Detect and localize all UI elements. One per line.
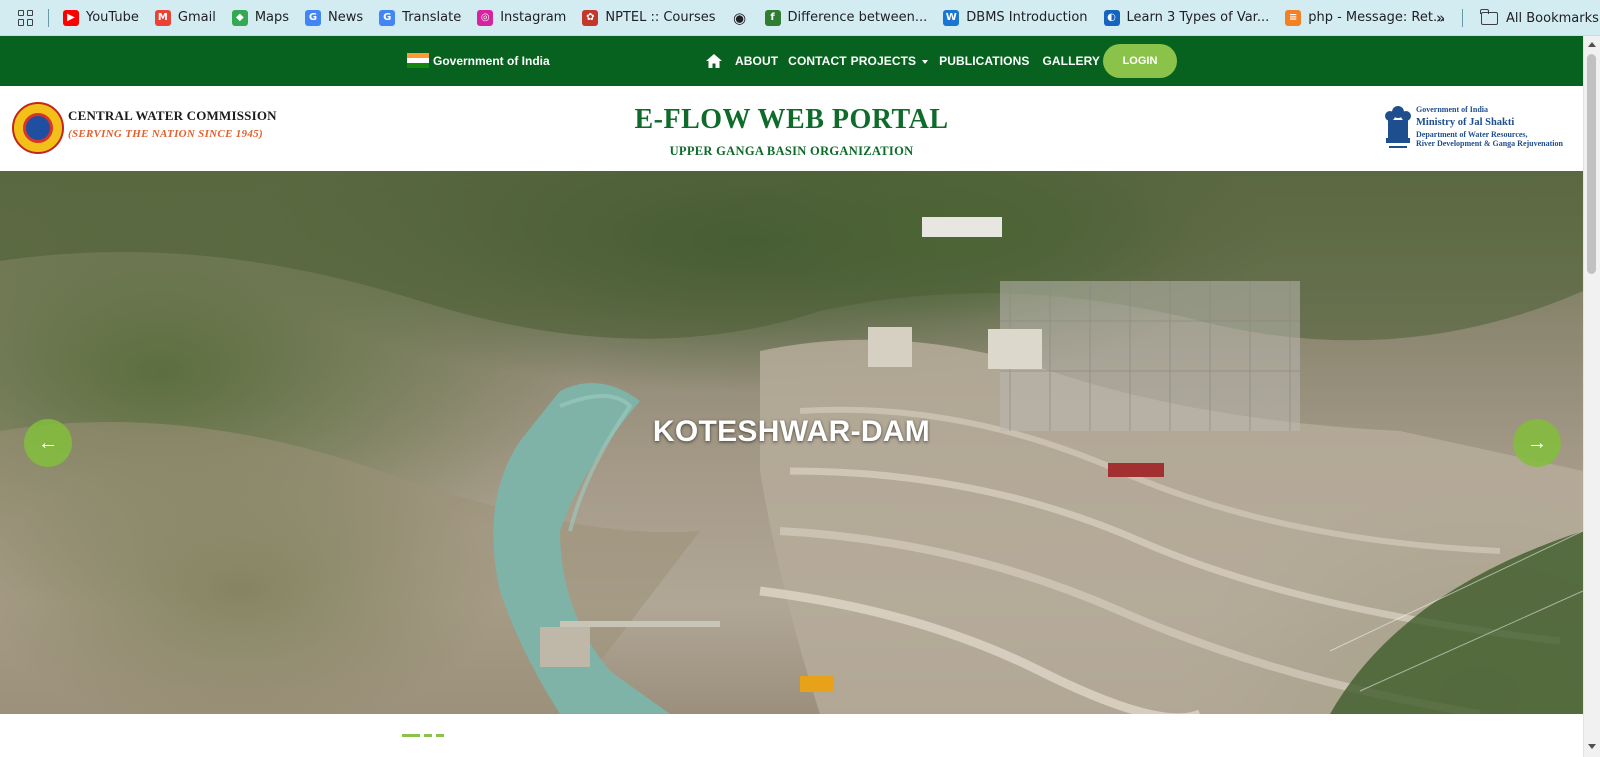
content-section xyxy=(0,714,1583,757)
bookmark-label: NPTEL :: Courses xyxy=(605,10,716,25)
bookmarks-bar: ▶ YouTube M Gmail ◆ Maps G News G Translate ◎ Insta… xyxy=(0,0,1600,36)
nav-contact[interactable]: CONTACT xyxy=(788,54,846,68)
bookmark-label: Learn 3 Types of Var... xyxy=(1126,10,1270,25)
slide-caption: KOTESHWAR-DAM xyxy=(652,415,931,448)
bookmark-label: YouTube xyxy=(86,10,139,25)
arrow-right-icon: → xyxy=(1527,431,1547,454)
site-header: CENTRAL WATER COMMISSION (SERVING THE NA… xyxy=(0,86,1583,171)
nav-publications[interactable]: PUBLICATIONS xyxy=(939,54,1029,68)
apps-grid-icon[interactable] xyxy=(18,9,34,26)
bookmark-label: DBMS Introduction xyxy=(966,10,1088,25)
bookmark-label: Difference between... xyxy=(787,10,928,25)
bookmark-label: Translate xyxy=(402,10,462,25)
portal-title: E-FLOW WEB PORTAL xyxy=(634,104,949,135)
bookmarks-divider xyxy=(48,8,49,27)
login-button[interactable]: LOGIN xyxy=(1103,44,1177,78)
portal-subtitle: UPPER GANGA BASIN ORGANIZATION xyxy=(669,144,914,158)
section-divider-accent-3 xyxy=(436,734,444,737)
ministry-line-3: Department of Water Resources, xyxy=(1416,130,1528,140)
page-scrollbar[interactable] xyxy=(1583,36,1600,757)
section-divider-accent xyxy=(402,734,420,737)
instagram-icon: ◎ xyxy=(477,9,494,26)
ministry-line-2: Ministry of Jal Shakti xyxy=(1416,117,1515,129)
arrow-left-icon: ← xyxy=(38,431,58,454)
scroll-down-icon[interactable] xyxy=(1588,744,1596,749)
nptel-icon: ✿ xyxy=(582,9,599,26)
bookmark-item[interactable]: ✿ NPTEL :: Courses xyxy=(582,9,716,26)
news-icon: G xyxy=(305,9,322,26)
ministry-line-4: River Development & Ganga Rejuvenation xyxy=(1416,139,1563,149)
bookmark-item[interactable]: G News xyxy=(305,9,364,26)
nav-projects-label: PROJECTS xyxy=(850,54,917,68)
home-icon[interactable] xyxy=(705,53,723,69)
nav-links: ABOUT CONTACT PROJECTS PUBLICATIONS GALL… xyxy=(705,36,1110,86)
difference-site-icon: f xyxy=(764,9,781,26)
bookmark-item[interactable]: ◆ Maps xyxy=(231,9,290,26)
stackoverflow-icon: ≡ xyxy=(1285,9,1302,26)
government-of-india-link[interactable]: Government of India xyxy=(407,53,550,68)
caret-down-icon xyxy=(922,59,929,64)
bookmark-item[interactable]: ◐ Learn 3 Types of Var... xyxy=(1103,9,1270,26)
more-bookmarks-button[interactable]: » xyxy=(1436,0,1445,36)
next-slide-button[interactable]: → xyxy=(1513,419,1561,467)
bookmark-item[interactable]: ◉ xyxy=(732,8,755,27)
bookmark-item[interactable]: ◎ Instagram xyxy=(477,9,567,26)
bookmark-item[interactable]: M Gmail xyxy=(154,9,216,26)
previous-slide-button[interactable]: ← xyxy=(24,419,72,467)
bookmarks-divider-right xyxy=(1462,9,1463,27)
india-flag-icon xyxy=(407,53,429,68)
dbms-site-icon: W xyxy=(943,9,960,26)
ministry-block[interactable]: Government of India Ministry of Jal Shak… xyxy=(1416,105,1563,149)
folder-icon xyxy=(1480,8,1498,25)
bookmark-list: ▶ YouTube M Gmail ◆ Maps G News G Translate ◎ Insta… xyxy=(63,8,1461,27)
bookmark-item[interactable]: G Translate xyxy=(379,9,462,26)
bookmark-item[interactable]: ≡ php - Message: Ret... xyxy=(1285,9,1446,26)
all-bookmarks-button[interactable]: All Bookmarks xyxy=(1480,0,1599,36)
nav-about[interactable]: ABOUT xyxy=(735,54,778,68)
youtube-icon: ▶ xyxy=(63,9,79,26)
government-label: Government of India xyxy=(433,53,550,68)
state-emblem-icon xyxy=(1383,104,1413,154)
bookmark-label: php - Message: Ret... xyxy=(1308,10,1446,25)
nav-gallery[interactable]: GALLERY xyxy=(1042,54,1100,68)
ministry-line-1: Government of India xyxy=(1416,105,1488,114)
scrollbar-thumb[interactable] xyxy=(1587,54,1596,274)
hero-slider[interactable]: KOTESHWAR-DAM ← → xyxy=(0,171,1583,714)
bookmark-label: Instagram xyxy=(500,10,567,25)
bookmark-label: Maps xyxy=(254,10,290,25)
bookmark-item[interactable]: W DBMS Introduction xyxy=(943,9,1088,26)
section-divider-accent-2 xyxy=(424,734,432,737)
maps-icon: ◆ xyxy=(231,9,248,26)
scroll-up-icon[interactable] xyxy=(1588,42,1596,47)
bookmark-item[interactable]: ▶ YouTube xyxy=(63,9,139,26)
learn-site-icon: ◐ xyxy=(1103,9,1120,26)
nav-projects[interactable]: PROJECTS xyxy=(850,54,929,68)
top-navigation: Government of India ABOUT CONTACT PROJEC… xyxy=(0,36,1583,86)
all-bookmarks-label: All Bookmarks xyxy=(1506,10,1599,26)
bookmark-label: Gmail xyxy=(177,10,216,25)
bookmark-label: News xyxy=(328,10,364,25)
globe-icon: ◉ xyxy=(732,8,747,27)
bookmark-item[interactable]: f Difference between... xyxy=(764,9,928,26)
gmail-icon: M xyxy=(154,9,171,26)
translate-icon: G xyxy=(379,9,396,26)
